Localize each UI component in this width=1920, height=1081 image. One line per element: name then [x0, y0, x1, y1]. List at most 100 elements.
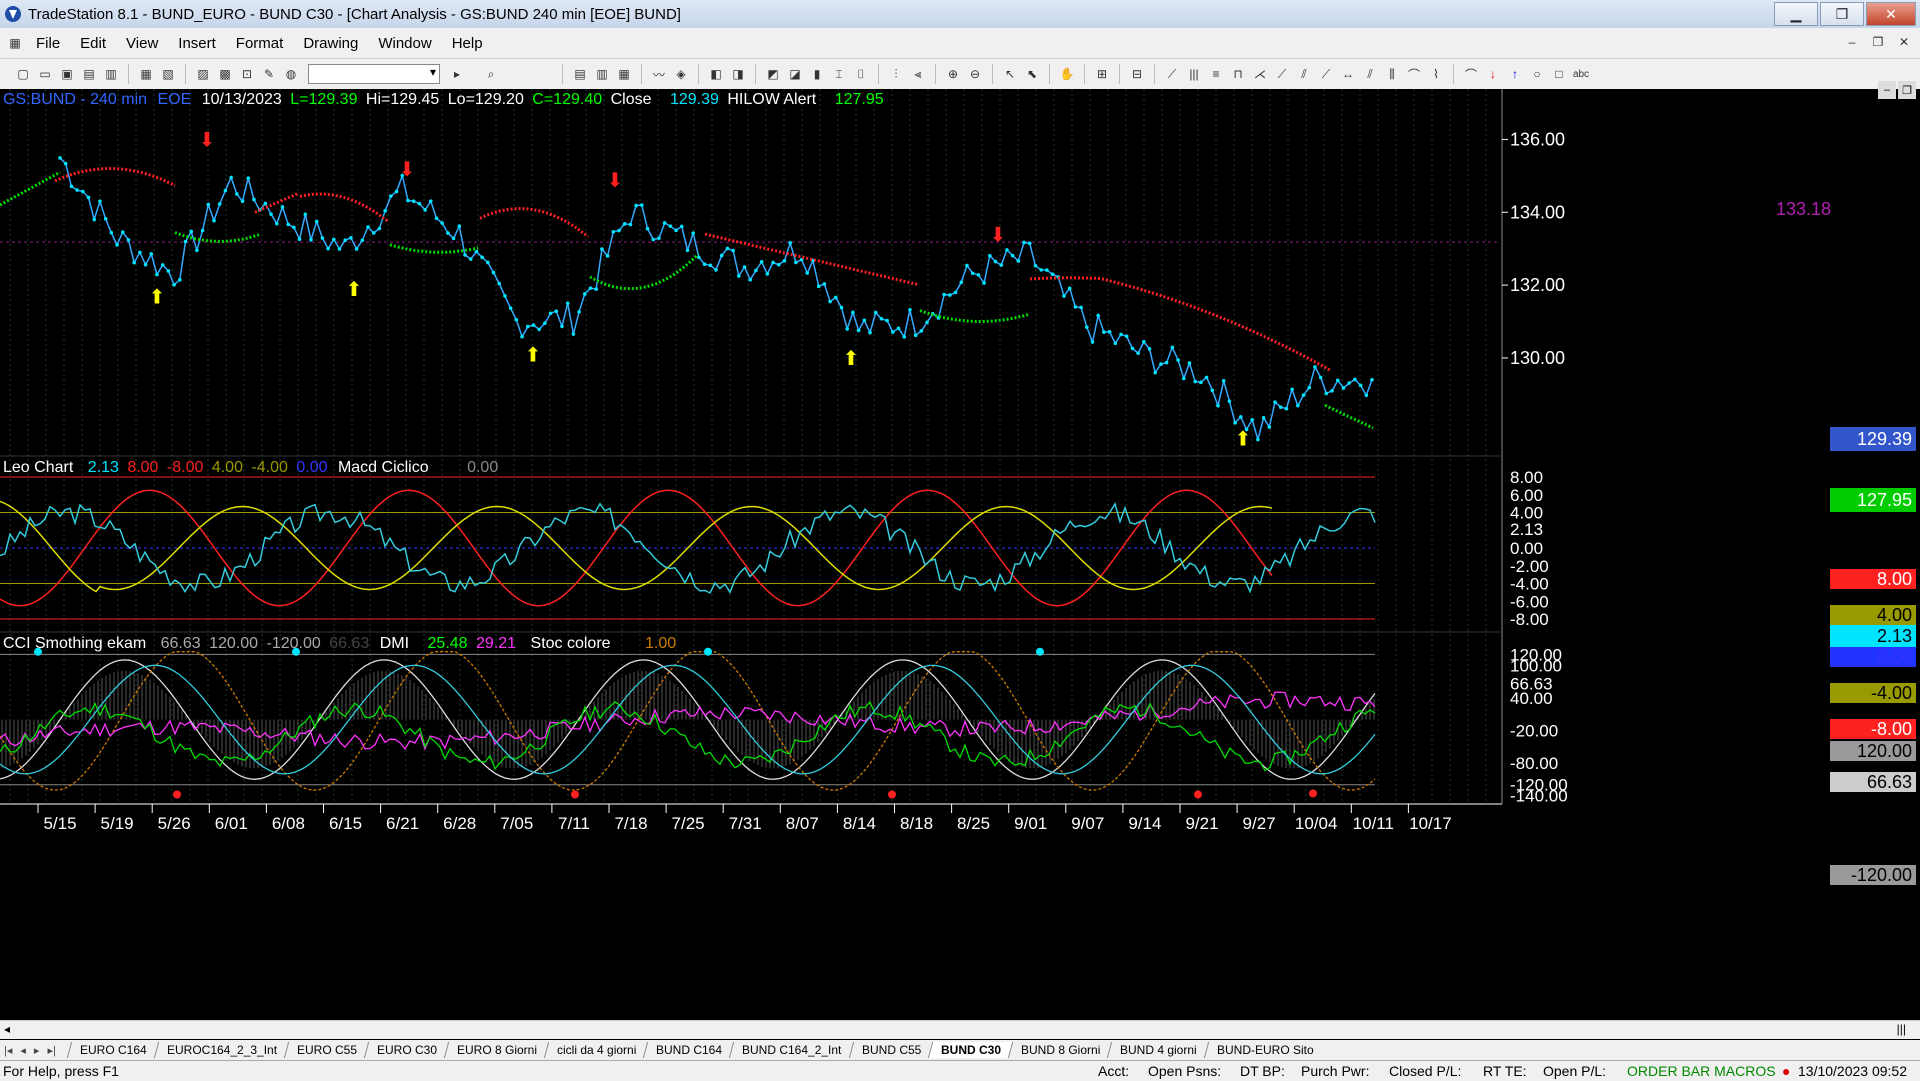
- menu-file[interactable]: File: [26, 35, 70, 52]
- draw2-icon[interactable]: ≡: [1207, 65, 1225, 83]
- bars1-icon[interactable]: ⫶: [887, 65, 905, 83]
- draw13-icon[interactable]: ⌒: [1462, 65, 1480, 83]
- chart9-icon[interactable]: ⌷: [852, 65, 870, 83]
- pointer2-icon[interactable]: ⬉: [1023, 65, 1041, 83]
- tab-prev-icon[interactable]: ◂: [16, 1044, 30, 1057]
- text-tool-icon[interactable]: abc: [1572, 65, 1590, 83]
- copy-icon[interactable]: ▣: [58, 65, 76, 83]
- chart-minimize-icon[interactable]: –: [1878, 81, 1896, 99]
- chart-area[interactable]: 5/15 5/19 5/26 6/01 6/08 6/15 6/21 6/28 7/05 7/11…: [0, 81, 1920, 1019]
- horizontal-scrollbar[interactable]: ◂ |||: [0, 1020, 1920, 1039]
- draw9-icon[interactable]: ⫽: [1361, 65, 1379, 83]
- chart1-icon[interactable]: 〰: [650, 65, 668, 83]
- tab-9[interactable]: BUND C30: [927, 1042, 1014, 1058]
- price-point: [1239, 415, 1243, 419]
- ind1-icon[interactable]: ⊞: [1093, 65, 1111, 83]
- down-arrow-icon[interactable]: ↓: [1484, 65, 1502, 83]
- tab-6[interactable]: BUND C164: [642, 1042, 735, 1058]
- tab-11[interactable]: BUND 4 giorni: [1107, 1042, 1210, 1058]
- scroll-left-icon[interactable]: ◂: [4, 1022, 10, 1036]
- zoom-out-icon[interactable]: ⊖: [966, 65, 984, 83]
- status-macros[interactable]: ORDER BAR MACROS: [1627, 1063, 1776, 1079]
- chart6-icon[interactable]: ◪: [786, 65, 804, 83]
- scroll-right-icon[interactable]: |||: [1897, 1022, 1906, 1036]
- save-icon[interactable]: ▥: [102, 65, 120, 83]
- draw8-icon[interactable]: ↔: [1339, 65, 1357, 83]
- draw5-icon[interactable]: ⟋: [1273, 65, 1291, 83]
- find-icon[interactable]: ⌕: [482, 65, 500, 83]
- draw10-icon[interactable]: ⫼: [1383, 65, 1401, 83]
- zoom-in-icon[interactable]: ⊕: [944, 65, 962, 83]
- menu-edit[interactable]: Edit: [70, 35, 116, 52]
- maximize-button[interactable]: ❐: [1820, 2, 1864, 26]
- bars2-icon[interactable]: ⫷: [909, 65, 927, 83]
- menu-help[interactable]: Help: [442, 35, 493, 52]
- draw3-icon[interactable]: ⊓: [1229, 65, 1247, 83]
- chart8-icon[interactable]: ⌶: [830, 65, 848, 83]
- print-icon[interactable]: ▧: [159, 65, 177, 83]
- trendline-icon[interactable]: ⟋: [1163, 65, 1181, 83]
- grid2-icon[interactable]: ▥: [593, 65, 611, 83]
- tab-next-icon[interactable]: ▸: [30, 1044, 44, 1057]
- tab-8[interactable]: BUND C55: [848, 1042, 934, 1058]
- menu-format[interactable]: Format: [226, 35, 294, 52]
- price-point: [1341, 386, 1346, 390]
- draw7-icon[interactable]: ⟋: [1317, 65, 1335, 83]
- window-icon[interactable]: ▨: [194, 65, 212, 83]
- chart-doc-icon[interactable]: ▦: [6, 34, 24, 52]
- tab-5[interactable]: cicli da 4 giorni: [543, 1042, 649, 1058]
- menu-view[interactable]: View: [116, 35, 168, 52]
- symbol-combo[interactable]: [308, 64, 440, 84]
- price-point: [833, 295, 838, 300]
- mdi-close-icon[interactable]: ✕: [1894, 32, 1914, 52]
- grid1-icon[interactable]: ▤: [571, 65, 589, 83]
- mdi-restore-icon[interactable]: ❐: [1868, 32, 1888, 52]
- chart-restore-icon[interactable]: ❐: [1898, 81, 1916, 99]
- up-arrow-icon[interactable]: ↑: [1506, 65, 1524, 83]
- mdi-minimize-icon[interactable]: –: [1842, 32, 1862, 52]
- tab-3[interactable]: EURO C30: [363, 1042, 449, 1058]
- chart2-icon[interactable]: ◈: [672, 65, 690, 83]
- arrow-right-icon[interactable]: ▸: [448, 65, 466, 83]
- chart3-icon[interactable]: ◧: [707, 65, 725, 83]
- tab-7[interactable]: BUND C164_2_Int: [728, 1042, 854, 1058]
- tab-first-icon[interactable]: |◂: [0, 1044, 16, 1057]
- price-point: [868, 330, 872, 335]
- lock-icon[interactable]: ⊡: [238, 65, 256, 83]
- tab-2[interactable]: EURO C55: [283, 1042, 369, 1058]
- rectangle-icon[interactable]: □: [1550, 65, 1568, 83]
- tab-10[interactable]: BUND 8 Giorni: [1007, 1042, 1113, 1058]
- chart7-icon[interactable]: ▮: [808, 65, 826, 83]
- minimize-button[interactable]: ▁: [1774, 2, 1818, 26]
- ind2-icon[interactable]: ⊟: [1128, 65, 1146, 83]
- menu-insert[interactable]: Insert: [168, 35, 226, 52]
- ellipse-icon[interactable]: ○: [1528, 65, 1546, 83]
- chart4-icon[interactable]: ◨: [729, 65, 747, 83]
- draw6-icon[interactable]: ⫽: [1295, 65, 1313, 83]
- tab-0[interactable]: EURO C164: [66, 1042, 159, 1058]
- close-button[interactable]: ✕: [1866, 2, 1916, 26]
- window2-icon[interactable]: ▩: [216, 65, 234, 83]
- menu-drawing[interactable]: Drawing: [293, 35, 368, 52]
- tab-1[interactable]: EUROC164_2_3_Int: [153, 1042, 289, 1058]
- tab-last-icon[interactable]: ▸|: [43, 1044, 59, 1057]
- draw4-icon[interactable]: ⋌: [1251, 65, 1269, 83]
- draw11-icon[interactable]: ⌒: [1405, 65, 1423, 83]
- globe-icon[interactable]: ◍: [282, 65, 300, 83]
- tab-4[interactable]: EURO 8 Giorni: [443, 1042, 549, 1058]
- print-preview-icon[interactable]: ▦: [137, 65, 155, 83]
- open-icon[interactable]: ▭: [36, 65, 54, 83]
- grid3-icon[interactable]: ▦: [615, 65, 633, 83]
- draw12-icon[interactable]: ⌇: [1427, 65, 1445, 83]
- new-icon[interactable]: ▢: [14, 65, 32, 83]
- draw1-icon[interactable]: |||: [1185, 65, 1203, 83]
- tool-icon[interactable]: ✎: [260, 65, 278, 83]
- menu-window[interactable]: Window: [368, 35, 441, 52]
- price-point: [1159, 362, 1163, 366]
- hand-icon[interactable]: ✋: [1058, 65, 1076, 83]
- chart5-icon[interactable]: ◩: [764, 65, 782, 83]
- price-point: [354, 247, 359, 251]
- paste-icon[interactable]: ▤: [80, 65, 98, 83]
- pointer-icon[interactable]: ↖: [1001, 65, 1019, 83]
- tab-12[interactable]: BUND-EURO Sito: [1203, 1042, 1326, 1058]
